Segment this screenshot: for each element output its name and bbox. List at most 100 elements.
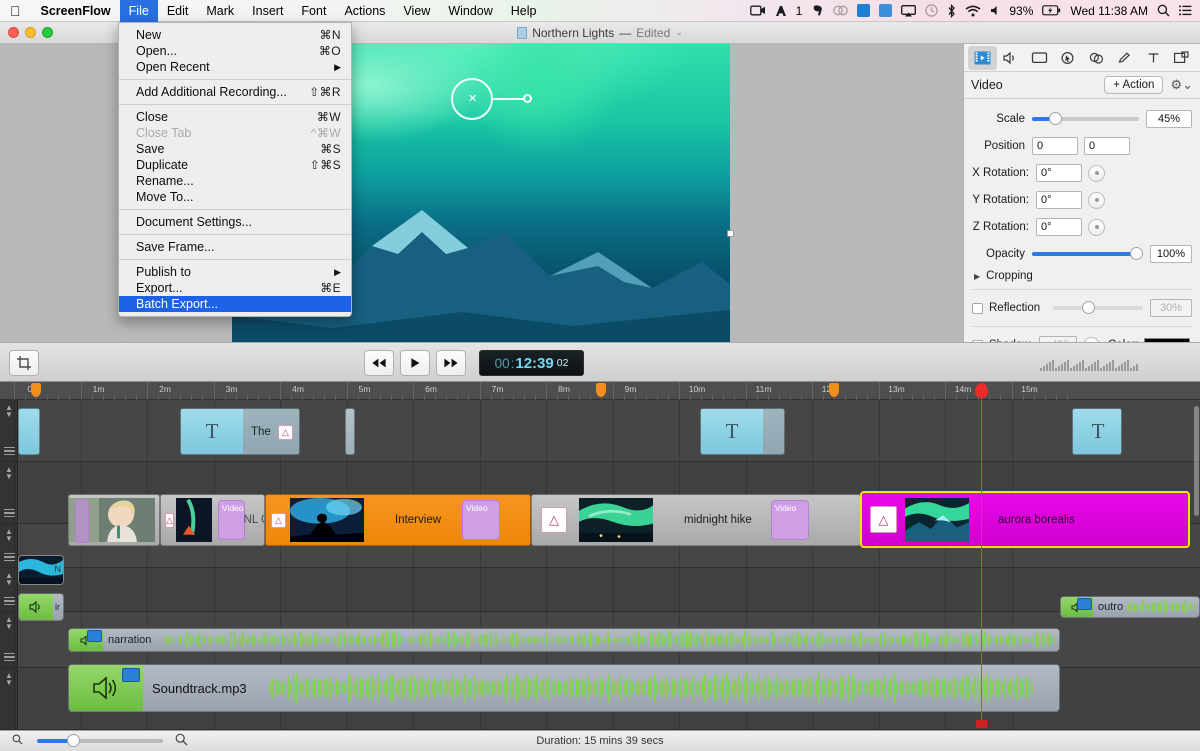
callout-tab[interactable]: [1054, 46, 1083, 70]
outro-clip[interactable]: outro: [1060, 596, 1200, 618]
z-rotation-dial[interactable]: [1088, 219, 1105, 236]
track-header-video[interactable]: ▲▼: [0, 462, 18, 524]
spacer-text-clip[interactable]: [345, 408, 355, 455]
position-y-field[interactable]: 0: [1084, 137, 1130, 155]
menu-item-duplicate[interactable]: Duplicate⇧⌘S: [119, 157, 351, 173]
add-action-button[interactable]: + Action: [1104, 76, 1163, 94]
track-handle-icon-3[interactable]: [4, 553, 15, 564]
audio-tab[interactable]: [997, 46, 1026, 70]
timeline-ruler[interactable]: 0s1m2m3m4m5m6m7m8m9m10m11m12m13m14m15m: [0, 382, 1200, 400]
track-handle-icon[interactable]: [4, 447, 15, 458]
y-rotation-dial[interactable]: [1088, 192, 1105, 209]
track-header-audio2[interactable]: ▲▼: [0, 612, 18, 668]
menu-help[interactable]: Help: [502, 0, 546, 22]
track-header-text[interactable]: ▲▼: [0, 400, 18, 462]
midnight-hike-clip[interactable]: △ midnight hike Video: [531, 494, 861, 546]
opacity-slider[interactable]: [1032, 252, 1143, 256]
x-rotation-field[interactable]: 0°: [1036, 164, 1082, 182]
y-rotation-field[interactable]: 0°: [1036, 191, 1082, 209]
aurora-track-thumb[interactable]: N: [18, 555, 64, 585]
playhead-head[interactable]: [975, 383, 988, 398]
cropping-disclosure[interactable]: ▶ Cropping: [974, 270, 1192, 282]
speaker-icon[interactable]: [990, 5, 1000, 16]
transition-tab[interactable]: [1082, 46, 1111, 70]
timeline-marker-1[interactable]: [596, 383, 606, 397]
menu-item-document-settings[interactable]: Document Settings...: [119, 214, 351, 230]
position-x-field[interactable]: 0: [1032, 137, 1078, 155]
reflection-slider[interactable]: [1053, 306, 1143, 310]
timeline-marker-0[interactable]: [31, 383, 41, 397]
search-icon[interactable]: [1157, 4, 1170, 17]
menu-edit[interactable]: Edit: [158, 0, 198, 22]
playhead-line[interactable]: [981, 390, 982, 726]
interview-clip[interactable]: △ Interview Video: [265, 494, 531, 546]
vertical-scrollbar-thumb[interactable]: [1194, 406, 1199, 516]
timeline-area[interactable]: ▲▼ ▲▼ ▲▼ ▲▼ ▲▼ ▲▼: [0, 400, 1200, 730]
gear-icon[interactable]: ⚙⌄: [1170, 77, 1193, 93]
chevron-updown-icon-4[interactable]: ▲▼: [5, 572, 13, 586]
apple-icon[interactable]: : [0, 4, 32, 18]
k-app-icon[interactable]: [879, 4, 892, 17]
menu-item-export[interactable]: Export...⌘E: [119, 280, 351, 296]
menu-font[interactable]: Font: [292, 0, 335, 22]
clock-icon[interactable]: [925, 4, 938, 17]
soundtrack-clip[interactable]: Soundtrack.mp3: [68, 664, 1060, 712]
chevron-down-icon[interactable]: ⌄: [675, 27, 683, 38]
chevron-updown-icon[interactable]: ▲▼: [5, 404, 13, 418]
aurora-borealis-clip[interactable]: △ aurora borealis: [861, 492, 1189, 547]
battery-charging-icon[interactable]: [1042, 5, 1061, 16]
fast-forward-button[interactable]: [436, 350, 466, 376]
z-rotation-field[interactable]: 0°: [1036, 218, 1082, 236]
track-handle-icon-4[interactable]: [4, 597, 15, 608]
track-header-audio3[interactable]: ▲▼: [0, 668, 18, 730]
track-handle-icon-5[interactable]: [4, 653, 15, 664]
scale-slider[interactable]: [1032, 117, 1139, 121]
audio-track-icon-clip[interactable]: lr: [18, 593, 64, 621]
chevron-updown-icon-3[interactable]: ▲▼: [5, 528, 13, 542]
track-handle-icon-2[interactable]: [4, 509, 15, 520]
rewind-button[interactable]: [364, 350, 394, 376]
menu-item-save-frame[interactable]: Save Frame...: [119, 239, 351, 255]
media-tab[interactable]: [1168, 46, 1197, 70]
menu-actions[interactable]: Actions: [335, 0, 394, 22]
mid-text-clip[interactable]: T: [700, 408, 785, 455]
file-menu-dropdown[interactable]: New⌘NOpen...⌘OOpen Recent▶Add Additional…: [118, 22, 352, 317]
video-tab[interactable]: [968, 46, 997, 70]
chevron-updown-icon-5[interactable]: ▲▼: [5, 616, 13, 630]
aurora-tent-clip[interactable]: △ Video NL Car: [160, 494, 265, 546]
menu-mark[interactable]: Mark: [197, 0, 243, 22]
scale-value[interactable]: 45%: [1146, 110, 1192, 128]
adobe-icon[interactable]: [775, 5, 787, 17]
menu-view[interactable]: View: [394, 0, 439, 22]
menu-item-open-recent[interactable]: Open Recent▶: [119, 59, 351, 75]
video-camera-icon[interactable]: [750, 5, 766, 16]
resize-handle-right[interactable]: [727, 230, 734, 237]
menu-insert[interactable]: Insert: [243, 0, 292, 22]
menu-item-new[interactable]: New⌘N: [119, 27, 351, 43]
x-rotation-dial[interactable]: [1088, 165, 1105, 182]
intro-text-clip[interactable]: [18, 408, 40, 455]
menu-item-publish-to[interactable]: Publish to▶: [119, 264, 351, 280]
chain-link-icon[interactable]: [833, 5, 848, 16]
screen-tab[interactable]: [1025, 46, 1054, 70]
track-header-overlay[interactable]: ▲▼: [0, 524, 18, 568]
annotation-tab[interactable]: [1111, 46, 1140, 70]
text-tab[interactable]: [1139, 46, 1168, 70]
menu-item-save[interactable]: Save⌘S: [119, 141, 351, 157]
airplay-icon[interactable]: [901, 5, 916, 17]
title-text-clip[interactable]: T The △: [180, 408, 300, 455]
menu-item-batch-export[interactable]: Batch Export...: [119, 296, 351, 312]
reflection-value[interactable]: 30%: [1150, 299, 1192, 317]
menu-item-move-to[interactable]: Move To...: [119, 189, 351, 205]
menu-item-rename[interactable]: Rename...: [119, 173, 351, 189]
play-button[interactable]: [400, 350, 430, 376]
end-text-clip[interactable]: T: [1072, 408, 1122, 455]
timeline-marker-2[interactable]: [829, 383, 839, 397]
menu-screenflow[interactable]: ScreenFlow: [32, 0, 120, 22]
elephant-icon[interactable]: [811, 4, 824, 17]
narration-clip[interactable]: narration: [68, 628, 1060, 652]
bluetooth-icon[interactable]: [947, 4, 956, 18]
track-row-audio-outro[interactable]: [18, 568, 1200, 612]
chevron-updown-icon-6[interactable]: ▲▼: [5, 672, 13, 686]
reflection-checkbox[interactable]: [972, 303, 983, 314]
